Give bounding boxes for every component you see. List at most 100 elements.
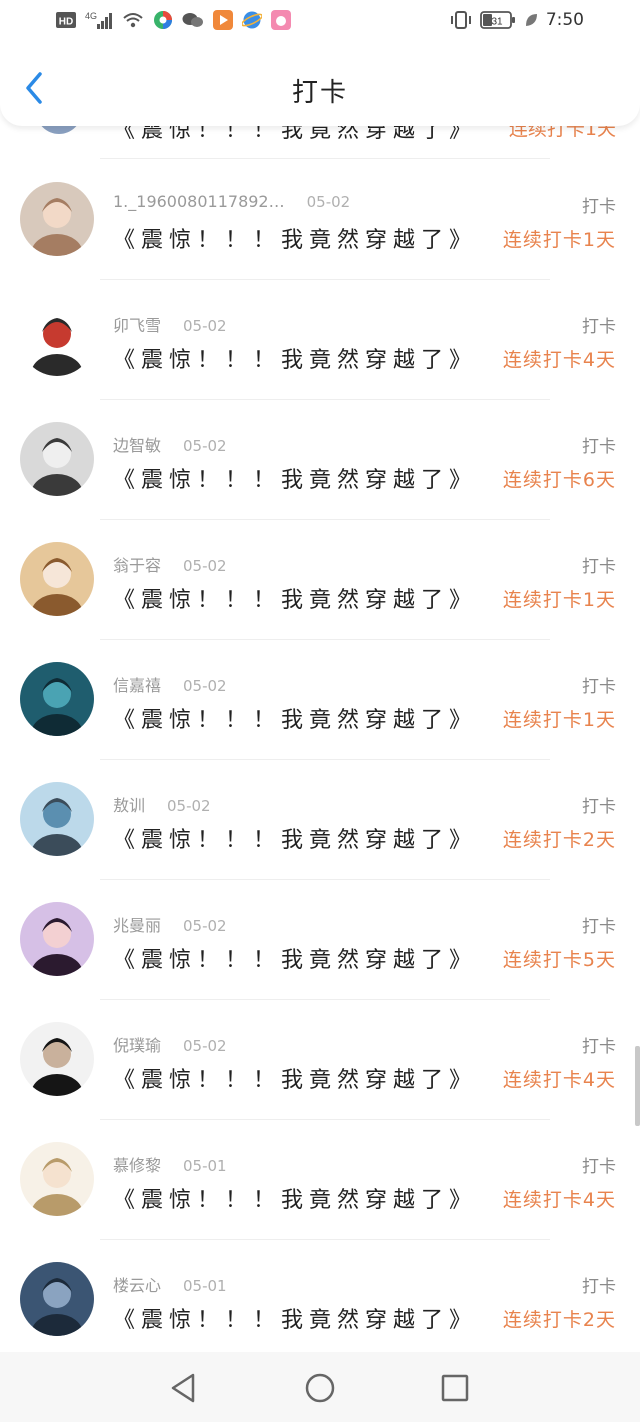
signal-icon: 4G [85, 10, 113, 30]
checkin-date: 05-02 [306, 193, 351, 211]
avatar[interactable] [20, 782, 94, 856]
checkin-label: 打卡 [582, 677, 616, 697]
leaf-icon [524, 12, 538, 28]
avatar-image [20, 1142, 94, 1216]
list-item[interactable]: 楼云心 05-01 《震惊！！！我竟然穿越了》 打卡 连续打卡2天 [0, 1240, 640, 1360]
user-meta: 卯飞雪 05-02 [113, 312, 227, 336]
video-app-icon [213, 10, 233, 30]
streak-label: 连续打卡4天 [502, 349, 616, 371]
avatar-image [20, 302, 94, 376]
streak-label: 连续打卡1天 [502, 589, 616, 611]
user-meta: 敖训 05-02 [113, 792, 211, 816]
avatar[interactable] [20, 1262, 94, 1336]
checkin-label: 打卡 [582, 1037, 616, 1057]
checkin-date: 05-02 [183, 677, 227, 695]
checkin-label: 打卡 [582, 437, 616, 457]
app-header: 打卡 [0, 44, 640, 126]
list-item[interactable]: 信嘉禧 05-02 《震惊！！！我竟然穿越了》 打卡连续打卡1天 [0, 640, 640, 760]
user-meta: 楼云心 05-01 [113, 1272, 227, 1296]
list-item[interactable]: 倪璞瑜 05-02 《震惊！！！我竟然穿越了》 打卡 连续打卡4天 [0, 1000, 640, 1120]
app-colorful-icon [153, 10, 173, 30]
divider [100, 158, 550, 159]
list-item[interactable]: 卯飞雪 05-02 《震惊！！！我竟然穿越了》 打卡 连续打卡4天 [0, 280, 640, 400]
user-meta: 倪璞瑜 05-02 [113, 1032, 227, 1056]
streak-label: 连续打卡1天 [502, 709, 616, 731]
avatar-image [20, 182, 94, 256]
list-item[interactable]: 慕修黎 05-01 《震惊！！！我竟然穿越了》 打卡 连续打卡4天 [0, 1120, 640, 1240]
avatar[interactable] [20, 1022, 94, 1096]
svg-text:HD: HD [59, 17, 73, 28]
avatar-image [20, 542, 94, 616]
user-meta: 兆曼丽 05-02 [113, 912, 227, 936]
checkin-date: 05-02 [183, 917, 227, 935]
checkin-label: 打卡 [582, 317, 616, 337]
avatar-image [20, 1022, 94, 1096]
user-name: 1._1960080117892… [113, 192, 285, 211]
user-name: 翁于容 [113, 556, 162, 575]
checkin-label: 打卡 [582, 1277, 616, 1297]
avatar-image [20, 1262, 94, 1336]
user-name: 慕修黎 [113, 1156, 162, 1175]
circle-home-icon [305, 1373, 335, 1403]
book-title: 《震惊！！！我竟然穿越了》 [113, 126, 478, 143]
book-title: 《震惊！！！我竟然穿越了》 [113, 588, 478, 613]
user-name: 楼云心 [113, 1276, 162, 1295]
book-title: 《震惊！！！我竟然穿越了》 [113, 468, 478, 493]
book-title: 《震惊！！！我竟然穿越了》 [113, 1068, 478, 1093]
streak-label: 连续打卡2天 [502, 1309, 616, 1331]
checkin-label: 打卡 [582, 1157, 616, 1177]
checkin-date: 05-01 [183, 1277, 227, 1295]
streak-label: 连续打卡6天 [502, 469, 616, 491]
user-meta: 翁于容 05-02 [113, 552, 227, 576]
list-item[interactable]: 敖训 05-02 《震惊！！！我竟然穿越了》 打卡 连续打卡2天 [0, 760, 640, 880]
user-name: 边智敏 [113, 436, 162, 455]
book-title: 《震惊！！！我竟然穿越了》 [113, 228, 478, 253]
avatar[interactable] [20, 1142, 94, 1216]
triangle-back-icon [171, 1373, 195, 1403]
checkin-label: 打卡 [582, 917, 616, 937]
nav-home-button[interactable] [302, 1370, 338, 1406]
book-title: 《震惊！！！我竟然穿越了》 [113, 948, 478, 973]
checkin-date: 05-02 [183, 317, 227, 335]
user-meta: 慕修黎 05-01 [113, 1152, 227, 1176]
browser-icon [242, 10, 262, 30]
avatar-image [20, 662, 94, 736]
battery-icon: 31 [479, 10, 516, 30]
book-title: 《震惊！！！我竟然穿越了》 [113, 708, 478, 733]
streak-label: 连续打卡4天 [502, 1189, 616, 1211]
nav-back-button[interactable] [166, 1370, 202, 1406]
nav-recents-button[interactable] [437, 1370, 473, 1406]
avatar-image [20, 782, 94, 856]
avatar[interactable] [20, 542, 94, 616]
avatar-image [20, 422, 94, 496]
checkin-label: 打卡 [582, 197, 616, 217]
list-item[interactable]: 边智敏 05-02 《震惊！！！我竟然穿越了》 打卡连续打卡6天 [0, 400, 640, 520]
list-item[interactable]: 1._1960080117892… 05-02 《震惊！！！我竟然穿越了》 打卡 连续打… [0, 160, 640, 280]
square-recents-icon [441, 1374, 469, 1402]
status-bar-right: 31 7:50 [450, 10, 584, 30]
checkin-date: 05-02 [167, 797, 211, 815]
pink-app-icon [271, 10, 291, 30]
avatar[interactable] [20, 902, 94, 976]
scrollbar[interactable] [635, 1046, 640, 1126]
wifi-icon [122, 11, 144, 29]
status-bar-left: HD 4G [56, 10, 291, 30]
checkin-date: 05-01 [183, 1157, 227, 1175]
streak-label: 连续打卡1天 [508, 126, 616, 140]
checkin-date: 05-02 [183, 1037, 227, 1055]
user-name: 信嘉禧 [113, 676, 162, 695]
hd-icon: HD [56, 11, 76, 29]
avatar[interactable] [20, 182, 94, 256]
list-item-partial[interactable]: 《震惊！！！我竟然穿越了》 连续打卡1天 [0, 126, 640, 160]
user-name: 敖训 [113, 796, 146, 815]
list-item[interactable]: 兆曼丽 05-02 《震惊！！！我竟然穿越了》 打卡 连续打卡5天 [0, 880, 640, 1000]
book-title: 《震惊！！！我竟然穿越了》 [113, 828, 478, 853]
avatar[interactable] [20, 662, 94, 736]
avatar[interactable] [20, 302, 94, 376]
avatar [36, 126, 82, 134]
avatar[interactable] [20, 422, 94, 496]
user-meta: 边智敏 05-02 [113, 432, 227, 456]
page-title: 打卡 [291, 78, 348, 108]
vibrate-icon [450, 10, 472, 30]
list-item[interactable]: 翁于容 05-02 《震惊！！！我竟然穿越了》 打卡 连续打卡1天 [0, 520, 640, 640]
